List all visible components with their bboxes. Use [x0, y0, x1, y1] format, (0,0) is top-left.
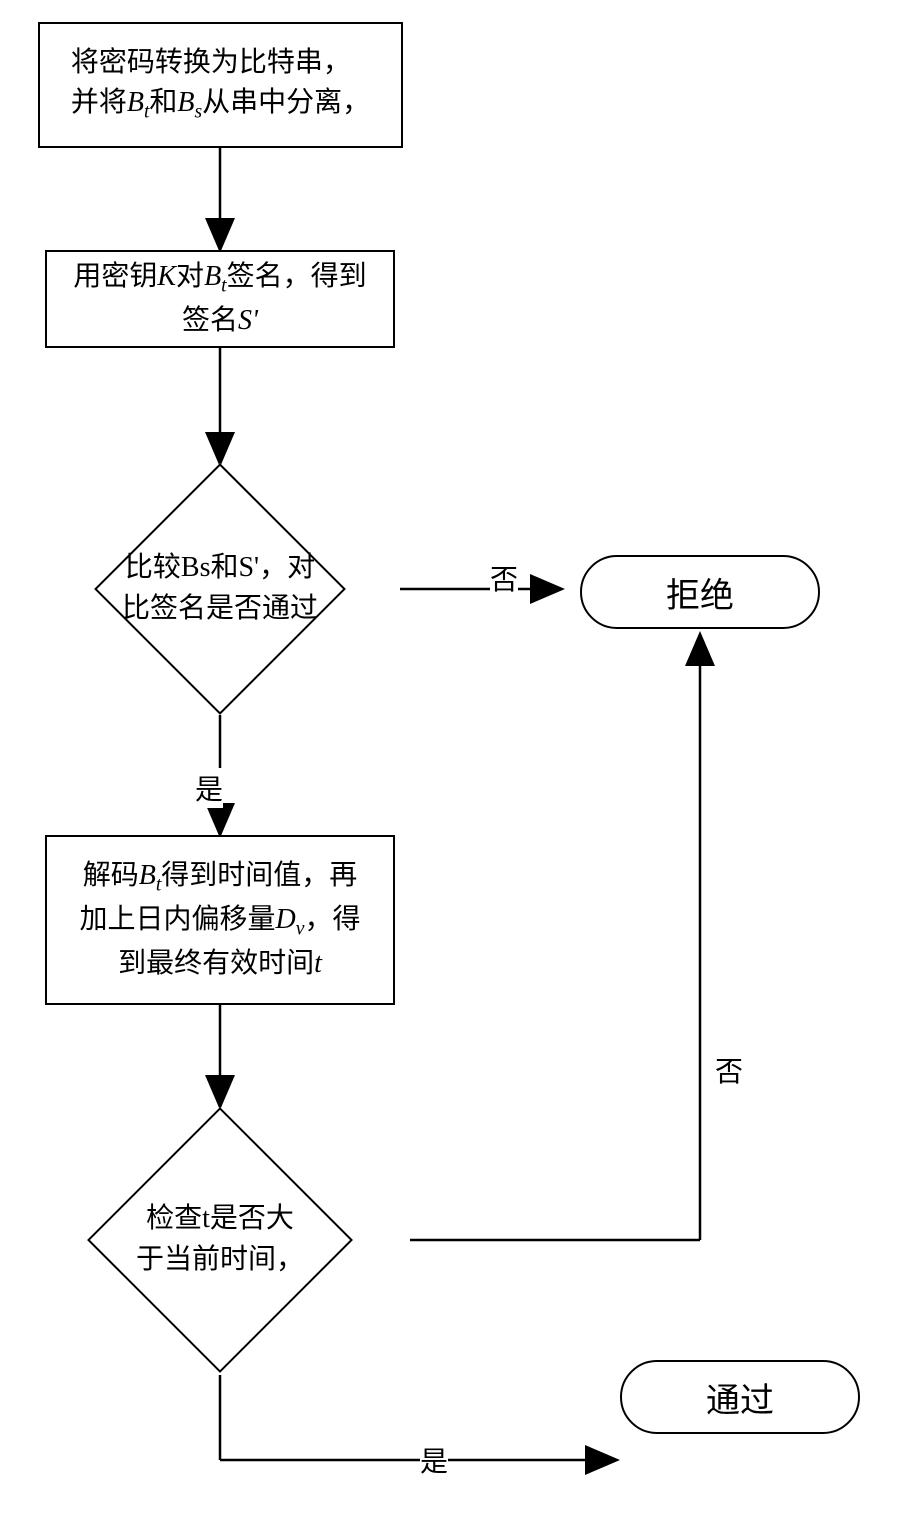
label-yes-2: 是 [420, 1440, 448, 1480]
decision-check-time-shape [87, 1107, 353, 1373]
text: 解码 [83, 860, 139, 891]
var-bt: B [127, 87, 144, 118]
var-bt: B [204, 261, 221, 292]
text: 从串中分离， [202, 87, 370, 118]
text: 加上日内偏移量 [80, 904, 276, 935]
label-no-2: 否 [715, 1050, 743, 1090]
var-bt: B [139, 860, 156, 891]
text: 和 [149, 87, 177, 118]
step-decode-time: 解码Bt得到时间值，再 加上日内偏移量Dv，得 到最终有效时间t [45, 835, 395, 1005]
text: 签名，得到 [227, 261, 367, 292]
flow-arrows [0, 0, 913, 1531]
text: ，得 [304, 904, 360, 935]
terminal-reject: 拒绝 [580, 555, 820, 629]
step-convert-and-split: 将密码转换为比特串， 并将Bt和Bs从串中分离， [38, 22, 403, 148]
decision-compare-signature-shape [94, 463, 346, 715]
terminal-reject-label: 拒绝 [666, 568, 734, 617]
text: 对 [176, 261, 204, 292]
step-sign-bt: 用密钥K对Bt签名，得到 签名S' [45, 250, 395, 348]
terminal-pass-label: 通过 [706, 1373, 774, 1422]
var-bs-sub: s [195, 102, 203, 123]
text: 用密钥 [73, 261, 157, 292]
var-s-prime: S' [238, 305, 258, 336]
label-yes-1: 是 [195, 768, 223, 808]
terminal-pass: 通过 [620, 1360, 860, 1434]
var-dv: D [276, 904, 296, 935]
var-k: K [157, 261, 176, 292]
text: 得到时间值，再 [161, 860, 357, 891]
var-t: t [314, 948, 322, 979]
label-no-1: 否 [490, 558, 518, 598]
text: 签名 [182, 305, 238, 336]
text: 将密码转换为比特串， [71, 47, 351, 78]
text: 到最终有效时间 [118, 948, 314, 979]
text: 并将 [71, 87, 127, 118]
var-bs: B [177, 87, 194, 118]
